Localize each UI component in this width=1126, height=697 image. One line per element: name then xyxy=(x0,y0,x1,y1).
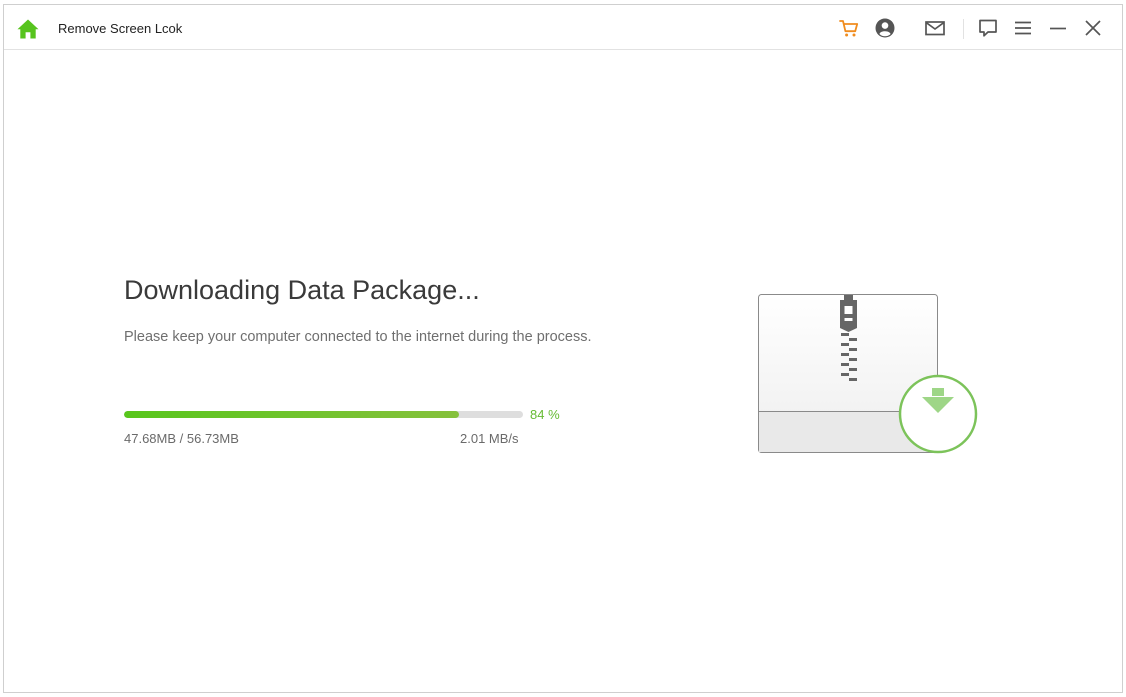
title-bar: Remove Screen Lcok xyxy=(4,5,1122,50)
close-icon[interactable] xyxy=(1082,17,1104,39)
download-size: 47.68MB / 56.73MB xyxy=(124,431,239,446)
instruction-text: Please keep your computer connected to t… xyxy=(124,329,592,345)
zip-download-icon xyxy=(758,294,978,454)
menu-icon[interactable] xyxy=(1012,17,1034,39)
mail-icon[interactable] xyxy=(924,17,946,39)
progress-percent: 84 % xyxy=(530,407,560,422)
progress-fill xyxy=(124,411,460,418)
page-title: Downloading Data Package... xyxy=(124,275,480,305)
download-speed: 2.01 MB/s xyxy=(460,431,519,446)
download-progress-bar xyxy=(124,411,523,418)
cart-icon[interactable] xyxy=(838,17,860,39)
account-icon[interactable] xyxy=(874,17,896,39)
titlebar-divider xyxy=(963,19,964,39)
feedback-icon[interactable] xyxy=(977,17,999,39)
home-icon[interactable] xyxy=(16,17,40,41)
app-window: Remove Screen Lcok Downloading Data Pack… xyxy=(3,4,1123,693)
minimize-icon[interactable] xyxy=(1047,17,1069,39)
app-title: Remove Screen Lcok xyxy=(58,21,183,36)
